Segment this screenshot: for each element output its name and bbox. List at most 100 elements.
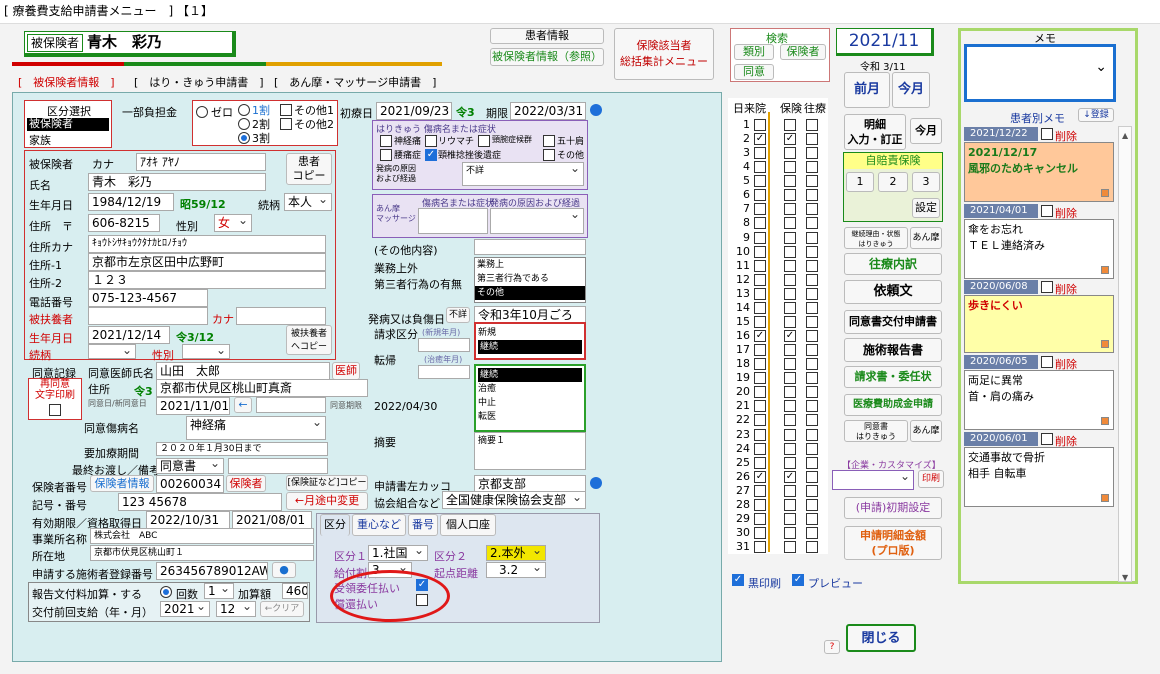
search-insurer-button[interactable]: 保険者 xyxy=(780,44,826,60)
current-month-button[interactable]: 今月 xyxy=(892,72,930,108)
list-item[interactable]: その他 xyxy=(475,286,585,300)
day-raiin-checkbox[interactable] xyxy=(754,428,766,441)
tekiyo-input[interactable]: 摘要１ xyxy=(474,432,586,470)
tel-input[interactable]: 075-123-4567 xyxy=(88,289,208,307)
memo-delete-checkbox[interactable] xyxy=(1041,281,1053,293)
anma-keizoku-button[interactable]: あん摩 xyxy=(910,227,942,249)
day-raiin-checkbox[interactable] xyxy=(754,344,766,357)
day-ouryo-checkbox[interactable] xyxy=(806,175,818,188)
shoshin-input[interactable]: 2021/09/23 xyxy=(376,102,452,120)
day-hoken-checkbox[interactable] xyxy=(784,287,796,300)
subtab-koza[interactable]: 個人口座 xyxy=(440,514,496,536)
day-raiin-checkbox[interactable] xyxy=(754,175,766,188)
clear-button[interactable]: ←クリア xyxy=(260,601,304,617)
insurer-button[interactable]: 保険者 xyxy=(226,475,266,492)
sejutsu-report-button[interactable]: 施術報告書 xyxy=(844,338,942,362)
anma-shobyo-input[interactable] xyxy=(418,208,488,234)
patient-info-button[interactable]: 患者情報 xyxy=(490,28,604,44)
day-raiin-checkbox[interactable] xyxy=(754,147,766,160)
kuro-print-checkbox[interactable]: ✓ xyxy=(732,574,744,586)
zenkai-year-select[interactable]: 2021 xyxy=(160,601,210,617)
futan-1-radio[interactable] xyxy=(238,104,250,116)
ouryo-button[interactable]: 往療内訳 xyxy=(844,253,942,275)
day-raiin-checkbox[interactable] xyxy=(754,456,766,469)
doui-date-input[interactable]: 2021/11/01 xyxy=(156,397,230,415)
kigen-info-icon[interactable] xyxy=(590,104,602,116)
kubun-item-kazoku[interactable]: 家族 xyxy=(27,132,51,148)
day-raiin-checkbox[interactable] xyxy=(754,512,766,525)
fuyo-name-input[interactable] xyxy=(88,307,208,325)
day-raiin-checkbox[interactable] xyxy=(754,315,766,328)
doui-byomei-select[interactable]: 神経痛 xyxy=(186,416,326,440)
custom-print-button[interactable]: 印刷 xyxy=(918,470,944,488)
memo-delete-checkbox[interactable] xyxy=(1041,433,1053,445)
day-raiin-checkbox[interactable]: ✓ xyxy=(754,133,766,146)
harikyu-cause-select[interactable]: 不詳 xyxy=(462,162,584,186)
subtab-bango[interactable]: 番号 xyxy=(408,514,438,536)
shutoku-input[interactable]: 2021/08/01 xyxy=(232,511,312,529)
hokoku-radio[interactable] xyxy=(160,586,172,598)
day-raiin-checkbox[interactable] xyxy=(754,498,766,511)
addrkana-input[interactable]: ｷｮｳﾄｼｻｷｮｳｸﾀﾅｶﾋﾛﾉﾁｮｳ xyxy=(88,235,326,253)
day-ouryo-checkbox[interactable] xyxy=(806,119,818,131)
day-hoken-checkbox[interactable] xyxy=(784,428,796,441)
day-ouryo-checkbox[interactable] xyxy=(806,315,818,328)
day-ouryo-checkbox[interactable] xyxy=(806,527,818,540)
day-hoken-checkbox[interactable] xyxy=(784,231,796,244)
day-raiin-checkbox[interactable] xyxy=(754,442,766,455)
day-hoken-checkbox[interactable] xyxy=(784,400,796,413)
summary-menu-button[interactable]: 保険該当者 総括集計メニュー xyxy=(614,28,714,80)
insurer-no-input[interactable]: 00260034 xyxy=(156,475,224,493)
addr2-input[interactable]: １２３ xyxy=(88,271,326,289)
tab-harikyu[interactable]: [ はり・きゅう申請書 ] xyxy=(134,74,264,90)
day-raiin-checkbox[interactable] xyxy=(754,259,766,272)
doui-harikyu-button[interactable]: 同意書 はりきゅう xyxy=(844,420,908,442)
day-raiin-checkbox[interactable] xyxy=(754,541,766,554)
doctor-addr-input[interactable]: 京都市伏見区桃山町真斎 xyxy=(156,379,368,397)
tenki-date-input[interactable] xyxy=(418,365,470,379)
fuyo-zoku-select[interactable] xyxy=(88,344,136,359)
anma-cause-select[interactable] xyxy=(490,208,584,234)
search-rui-button[interactable]: 類別 xyxy=(734,44,774,60)
jiba-setting-button[interactable]: 設定 xyxy=(912,198,940,218)
memo-entry[interactable]: 交通事故で骨折 相手 自転車 xyxy=(964,447,1114,507)
kigo-input[interactable]: 123 45678 xyxy=(118,493,282,511)
search-doui-button[interactable]: 同意 xyxy=(734,64,774,80)
memo-scrollbar[interactable]: ▲ ▼ xyxy=(1118,126,1132,582)
day-ouryo-checkbox[interactable] xyxy=(806,470,818,483)
day-hoken-checkbox[interactable] xyxy=(784,175,796,188)
day-hoken-checkbox[interactable] xyxy=(784,315,796,328)
list-item[interactable]: 治癒 xyxy=(476,382,584,396)
day-raiin-checkbox[interactable] xyxy=(754,273,766,286)
memo-delete-checkbox[interactable] xyxy=(1041,205,1053,217)
day-raiin-checkbox[interactable]: ✓ xyxy=(754,330,766,343)
kigen-input[interactable]: 2022/03/31 xyxy=(510,102,586,120)
day-hoken-checkbox[interactable]: ✓ xyxy=(784,133,796,146)
keiwan-checkbox[interactable] xyxy=(478,135,490,147)
kubun2-select[interactable]: 2.本外 xyxy=(486,545,546,561)
memo-edit-icon[interactable] xyxy=(1101,417,1109,425)
day-hoken-checkbox[interactable] xyxy=(784,358,796,371)
memo-edit-icon[interactable] xyxy=(1101,340,1109,348)
other2-checkbox[interactable] xyxy=(280,118,292,130)
memo-delete-checkbox[interactable] xyxy=(1041,128,1053,140)
day-hoken-checkbox[interactable] xyxy=(784,498,796,511)
day-hoken-checkbox[interactable] xyxy=(784,203,796,216)
day-ouryo-checkbox[interactable] xyxy=(806,400,818,413)
biko-input[interactable] xyxy=(228,458,328,474)
fuyo-sex-select[interactable] xyxy=(182,344,230,359)
patient-info-ref-button[interactable]: 被保険者情報（参照） xyxy=(490,48,604,66)
memo-edit-icon[interactable] xyxy=(1101,494,1109,502)
zenkai-month-select[interactable]: 12 xyxy=(216,601,256,617)
seikyu-list[interactable]: 新規 継続 xyxy=(474,322,586,360)
custom-select[interactable] xyxy=(832,470,914,490)
initial-setting-button[interactable]: (申請)初期設定 xyxy=(844,497,942,519)
day-hoken-checkbox[interactable] xyxy=(784,147,796,160)
saishu-select[interactable]: 同意書 xyxy=(156,458,224,474)
irai-button[interactable]: 依頼文 xyxy=(844,280,942,304)
memo-input[interactable]: ⌄ xyxy=(964,44,1116,102)
meisai-button[interactable]: 明細 入力・訂正 xyxy=(844,114,906,150)
day-ouryo-checkbox[interactable] xyxy=(806,217,818,230)
day-hoken-checkbox[interactable] xyxy=(784,189,796,202)
close-button[interactable]: 閉じる xyxy=(846,624,916,652)
